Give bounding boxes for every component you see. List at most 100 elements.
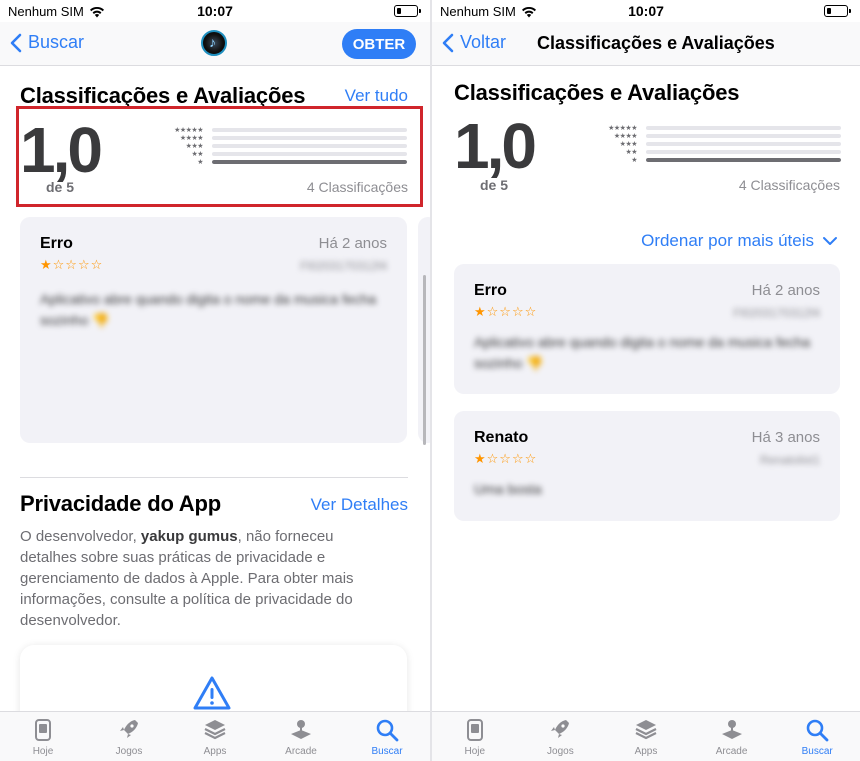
review-title: Erro xyxy=(40,235,73,252)
tab-buscar[interactable]: Buscar xyxy=(344,712,430,761)
layers-icon xyxy=(204,720,226,740)
privacy-text: O desenvolvedor, yakup gumus, não fornec… xyxy=(20,528,354,629)
joystick-icon xyxy=(291,720,311,739)
histogram-bar-2 xyxy=(646,150,841,154)
chevron-left-icon xyxy=(442,33,454,52)
rocket-icon xyxy=(551,720,570,738)
search-icon xyxy=(376,719,399,742)
rocket-icon xyxy=(120,720,138,738)
tab-jogos[interactable]: Jogos xyxy=(86,712,172,761)
tab-label: Jogos xyxy=(115,746,143,757)
histogram-bar-1 xyxy=(646,158,841,162)
star-rating: ★☆☆☆☆ xyxy=(474,304,538,319)
rating-value: 1,0 xyxy=(454,110,537,182)
clock: 10:07 xyxy=(197,3,233,19)
review-author: Fl0203170312f4 xyxy=(733,306,820,320)
stars-4: ★★★★ xyxy=(613,133,638,140)
back-label: Buscar xyxy=(28,32,85,52)
privacy-details-link[interactable]: Ver Detalhes xyxy=(311,495,408,515)
tab-label: Hoje xyxy=(32,746,54,757)
histogram-bar-3 xyxy=(646,142,841,146)
review-author: Fl0203170312f4 xyxy=(300,259,387,273)
ratings-title: Classificações e Avaliações xyxy=(454,80,740,105)
left-screen: Nenhum SIM 10:07 Buscar OBTER Classifica… xyxy=(0,0,430,761)
back-button[interactable]: Voltar xyxy=(442,32,506,53)
battery-icon xyxy=(824,5,851,17)
privacy-card[interactable] xyxy=(20,645,407,711)
tab-label: Apps xyxy=(634,746,658,757)
tab-label: Arcade xyxy=(285,746,317,757)
stars-1: ★ xyxy=(631,157,637,164)
histogram-fill-1 xyxy=(646,158,841,162)
review-card[interactable]: Erro Há 2 anos ★☆☆☆☆ Fl0203170312f4 Apli… xyxy=(454,264,840,394)
tab-label: Apps xyxy=(203,746,227,757)
tab-arcade[interactable]: Arcade xyxy=(689,712,775,761)
tab-label: Arcade xyxy=(715,746,748,757)
highlight-box xyxy=(16,106,423,207)
tab-label: Jogos xyxy=(547,746,574,757)
tab-bar: Hoje Jogos Apps Arcade Buscar xyxy=(0,711,430,761)
right-screen: Nenhum SIM 10:07 Voltar Classificações e… xyxy=(430,0,860,761)
section-divider xyxy=(20,477,408,478)
today-icon xyxy=(35,719,51,741)
tab-bar: Hoje Jogos Apps Arcade Buscar xyxy=(432,711,860,761)
tab-label: Buscar xyxy=(371,746,403,757)
app-icon[interactable] xyxy=(201,30,227,56)
get-button[interactable]: OBTER xyxy=(342,29,416,59)
tab-buscar[interactable]: Buscar xyxy=(774,712,860,761)
chevron-down-icon xyxy=(823,237,837,245)
review-body: Uma bosta xyxy=(474,481,542,497)
review-body: Aplicativo abre quando digita o nome da … xyxy=(474,334,811,371)
stars-2: ★★ xyxy=(625,149,637,156)
review-body: Aplicativo abre quando digita o nome da … xyxy=(40,291,377,328)
review-date: Há 3 anos xyxy=(751,429,820,446)
sort-button[interactable]: Ordenar por mais úteis xyxy=(641,231,838,251)
layers-icon xyxy=(635,720,657,740)
tab-apps[interactable]: Apps xyxy=(172,712,258,761)
status-bar: Nenhum SIM 10:07 xyxy=(432,0,860,22)
tab-jogos[interactable]: Jogos xyxy=(518,712,604,761)
rating-scale: de 5 xyxy=(480,177,509,193)
star-labels: ★★★★★ ★★★★ ★★★ ★★ ★ xyxy=(591,125,637,165)
review-card[interactable]: Erro Há 2 anos ★☆☆☆☆ Fl0203170312f4 Apli… xyxy=(20,217,407,443)
tab-label: Buscar xyxy=(801,746,833,757)
tab-label: Hoje xyxy=(464,746,486,757)
star-rating: ★☆☆☆☆ xyxy=(474,451,538,466)
histogram-bar-5 xyxy=(646,126,841,130)
review-date: Há 2 anos xyxy=(751,282,820,299)
sort-label: Ordenar por mais úteis xyxy=(641,231,814,250)
rating-histogram xyxy=(646,126,841,166)
tab-hoje[interactable]: Hoje xyxy=(432,712,518,761)
ratings-content[interactable]: Classificações e Avaliações 1,0 de 5 ★★★… xyxy=(432,67,860,711)
see-all-link[interactable]: Ver tudo xyxy=(345,86,408,106)
tab-apps[interactable]: Apps xyxy=(603,712,689,761)
warning-icon xyxy=(193,676,231,710)
nav-bar: Buscar OBTER xyxy=(0,22,430,66)
nav-bar: Voltar Classificações e Avaliações xyxy=(432,22,860,66)
back-label: Voltar xyxy=(460,32,507,52)
today-icon xyxy=(466,719,483,741)
rating-count: 4 Classificações xyxy=(738,177,840,193)
stars-5: ★★★★★ xyxy=(608,125,637,132)
star-rating: ★☆☆☆☆ xyxy=(40,257,104,272)
developer-name[interactable]: yakup gumus xyxy=(141,528,238,545)
clock: 10:07 xyxy=(628,3,664,19)
battery-icon xyxy=(394,5,421,17)
status-bar: Nenhum SIM 10:07 xyxy=(0,0,430,22)
review-date: Há 2 anos xyxy=(318,235,387,252)
back-button[interactable]: Buscar xyxy=(10,32,84,53)
scrollbar[interactable] xyxy=(423,275,426,445)
tab-hoje[interactable]: Hoje xyxy=(0,712,86,761)
review-title: Renato xyxy=(474,429,529,446)
chevron-left-icon xyxy=(10,33,22,52)
histogram-bar-4 xyxy=(646,134,841,138)
stars-3: ★★★ xyxy=(619,141,638,148)
review-author: Renatolist1 xyxy=(759,453,820,467)
nav-title: Classificações e Avaliações xyxy=(537,33,775,53)
privacy-title: Privacidade do App xyxy=(20,491,221,516)
tab-arcade[interactable]: Arcade xyxy=(258,712,344,761)
review-card[interactable]: Renato Há 3 anos ★☆☆☆☆ Renatolist1 Uma b… xyxy=(454,411,840,521)
app-detail-content[interactable]: Classificações e Avaliações Ver tudo 1,0… xyxy=(0,67,430,711)
joystick-icon xyxy=(721,720,742,739)
review-title: Erro xyxy=(474,282,507,299)
